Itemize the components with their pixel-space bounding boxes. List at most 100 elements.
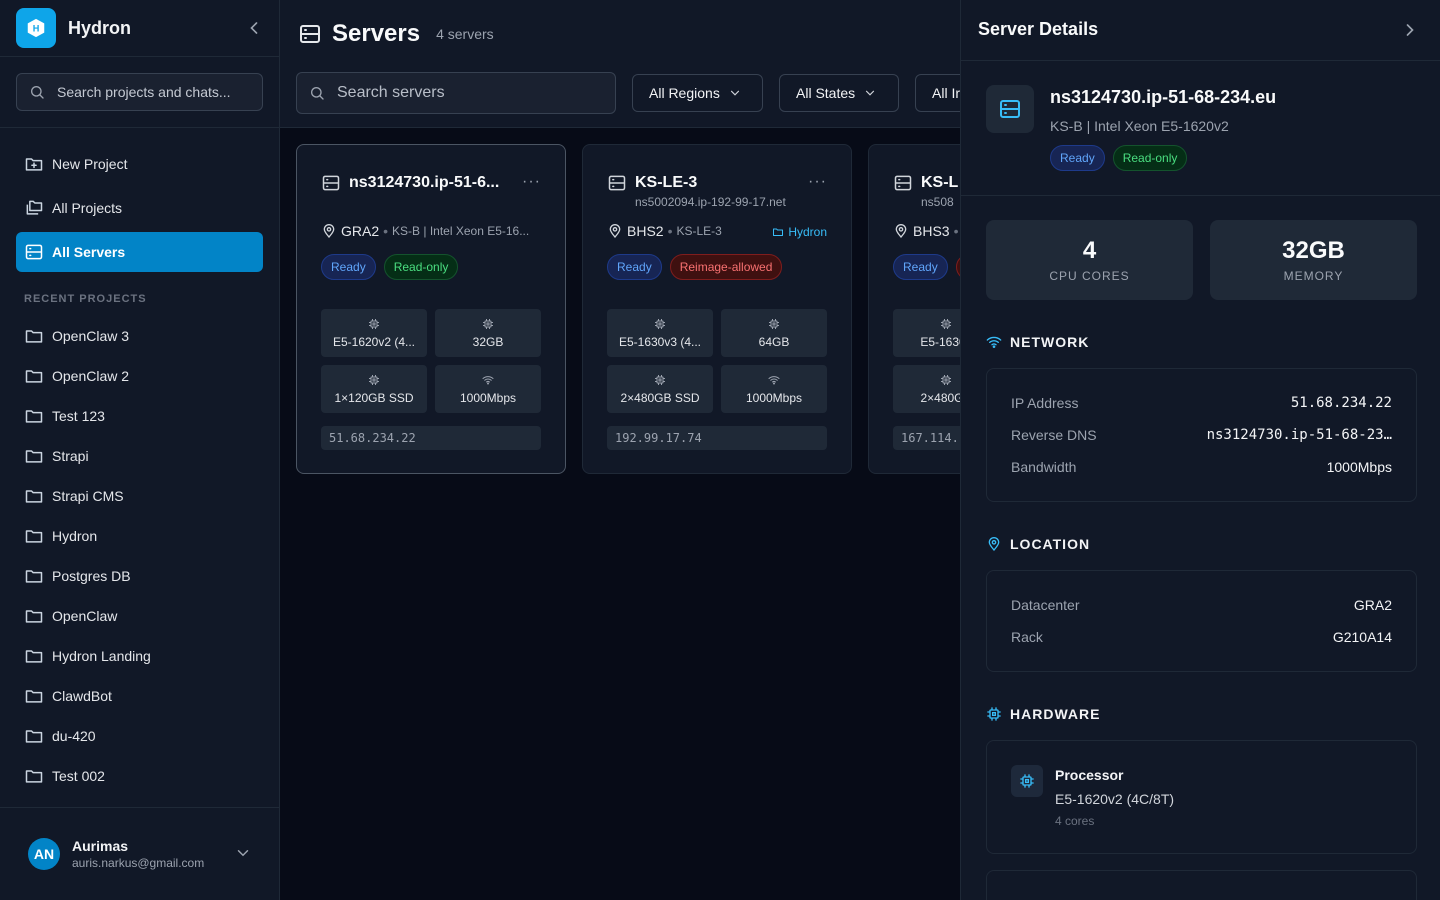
filter-regions[interactable]: All Regions	[632, 74, 763, 112]
server-card[interactable]: KS-LE-3 ns5002094.ip-192-99-17.net ··· B…	[582, 144, 852, 474]
server-location: BHS3 •	[893, 223, 960, 239]
brand[interactable]: H Hydron	[16, 8, 264, 48]
recent-projects-title: RECENT PROJECTS	[24, 293, 147, 305]
kv-key: Datacenter	[1011, 597, 1080, 613]
hardware-section-title: HARDWARE	[986, 706, 1100, 722]
folders-icon	[24, 198, 44, 218]
hydron-logo-icon: H	[16, 8, 56, 48]
recent-project-item[interactable]: Postgres DB	[16, 558, 263, 594]
chevron-right-icon[interactable]	[1400, 20, 1420, 40]
cpu-icon	[1019, 773, 1035, 789]
memory-value: 32GB	[472, 334, 504, 349]
folder-icon	[24, 486, 44, 506]
user-name: Aurimas	[72, 838, 129, 854]
folder-icon	[24, 526, 44, 546]
server-icon-box	[986, 85, 1034, 133]
separator-dot: •	[953, 223, 959, 239]
folder-icon	[24, 686, 44, 706]
nav-all-servers[interactable]: All Servers	[16, 232, 263, 272]
cpu-icon	[986, 706, 1002, 722]
nav-all-projects[interactable]: All Projects	[16, 188, 263, 228]
chevron-down-icon[interactable]	[234, 844, 252, 862]
recent-project-item[interactable]: OpenClaw 2	[16, 358, 263, 394]
divider	[961, 60, 1440, 61]
recent-project-item[interactable]: Hydron	[16, 518, 263, 554]
search-icon	[309, 85, 325, 101]
recent-project-item[interactable]: du-420	[16, 718, 263, 754]
server-icon	[607, 173, 627, 193]
more-icon[interactable]: ···	[808, 173, 827, 191]
server-hostname: ns5002094.ip-192-99-17.net	[635, 195, 786, 209]
filter-third[interactable]: All Ir	[915, 74, 960, 112]
server-spec: KS-B | Intel Xeon E5-16...	[392, 224, 530, 238]
server-card[interactable]: KS-L ns508 BHS3 • Ready E5-1630v 2×480GB…	[868, 144, 960, 474]
status-badge: Read-only	[383, 254, 459, 280]
disk-tile: 1×120GB SSD	[321, 365, 427, 413]
server-search-input[interactable]	[337, 84, 597, 102]
divider	[0, 56, 280, 57]
sidebar: H Hydron New Project All Projects All Se…	[0, 0, 280, 900]
recent-project-item[interactable]: Strapi	[16, 438, 263, 474]
location-section-title: LOCATION	[986, 536, 1090, 552]
status-badge: Ready	[1050, 145, 1105, 171]
recent-project-item[interactable]: Strapi CMS	[16, 478, 263, 514]
status-badge: Ready	[321, 254, 376, 280]
project-link[interactable]: Hydron	[772, 225, 827, 239]
server-location: GRA2 • KS-B | Intel Xeon E5-16...	[321, 223, 529, 239]
network-value: 1000Mbps	[745, 390, 803, 405]
folder-icon	[24, 366, 44, 386]
recent-project-item[interactable]: OpenClaw 3	[16, 318, 263, 354]
recent-project-label: ClawdBot	[52, 688, 112, 704]
wifi-icon	[482, 374, 494, 386]
recent-project-item[interactable]: Hydron Landing	[16, 638, 263, 674]
section-label: HARDWARE	[1010, 706, 1101, 722]
processor-cores: 4 cores	[1055, 814, 1095, 828]
folder-icon	[24, 406, 44, 426]
server-location: BHS2 • KS-LE-3	[607, 223, 722, 239]
divider	[0, 807, 280, 808]
nav-new-project[interactable]: New Project	[16, 144, 263, 184]
more-icon[interactable]: ···	[522, 173, 541, 191]
separator-dot: •	[383, 223, 389, 239]
separator-dot: •	[667, 223, 673, 239]
avatar: AN	[28, 838, 60, 870]
server-spec: KS-LE-3	[676, 224, 722, 238]
recent-project-item[interactable]: ClawdBot	[16, 678, 263, 714]
cpu-value: E5-1620v2 (4...	[332, 334, 416, 349]
server-name: KS-LE-3	[635, 174, 698, 191]
recent-project-item[interactable]: Test 002	[16, 758, 263, 794]
memory-stat: 32GB MEMORY	[1210, 220, 1417, 300]
kv-row: Rack G210A14	[1011, 629, 1392, 645]
server-search[interactable]	[296, 72, 616, 114]
recent-project-item[interactable]: Test 123	[16, 398, 263, 434]
recent-project-label: OpenClaw 3	[52, 328, 130, 344]
status-badge: Reimage-allowed	[669, 254, 783, 280]
kv-value[interactable]: 51.68.234.22	[1291, 395, 1392, 411]
network-section-title: NETWORK	[986, 334, 1089, 350]
cpu-tile: E5-1630v	[893, 309, 960, 357]
folder-icon	[24, 606, 44, 626]
server-details-panel: Server Details ns3124730.ip-51-68-234.eu…	[960, 0, 1440, 900]
chevron-left-icon[interactable]	[244, 18, 264, 38]
sidebar-search[interactable]	[16, 73, 263, 111]
disk-icon	[654, 374, 666, 386]
server-card[interactable]: ns3124730.ip-51-6... ··· GRA2 • KS-B | I…	[296, 144, 566, 474]
user-menu[interactable]: AN Aurimas auris.narkus@gmail.com	[16, 830, 264, 878]
filter-states[interactable]: All States	[779, 74, 899, 112]
server-name: KS-L	[921, 174, 959, 191]
sidebar-search-input[interactable]	[57, 84, 247, 100]
user-email: auris.narkus@gmail.com	[72, 856, 205, 870]
map-pin-icon	[986, 536, 1002, 552]
search-icon	[29, 84, 45, 100]
kv-value[interactable]: ns3124730.ip-51-68-23…	[1207, 427, 1392, 443]
recent-project-label: OpenClaw 2	[52, 368, 130, 384]
cpu-tile: E5-1630v3 (4...	[607, 309, 713, 357]
wifi-icon	[986, 334, 1002, 350]
recent-project-item[interactable]: OpenClaw	[16, 598, 263, 634]
stat-value: 4	[1082, 237, 1097, 264]
network-panel: IP Address 51.68.234.22 Reverse DNS ns31…	[986, 368, 1417, 502]
datacenter: BHS3	[913, 223, 950, 239]
cpu-icon	[940, 318, 952, 330]
kv-row: IP Address 51.68.234.22	[1011, 395, 1392, 411]
server-hostname: ns3124730.ip-51-68-234.eu	[1050, 87, 1277, 107]
